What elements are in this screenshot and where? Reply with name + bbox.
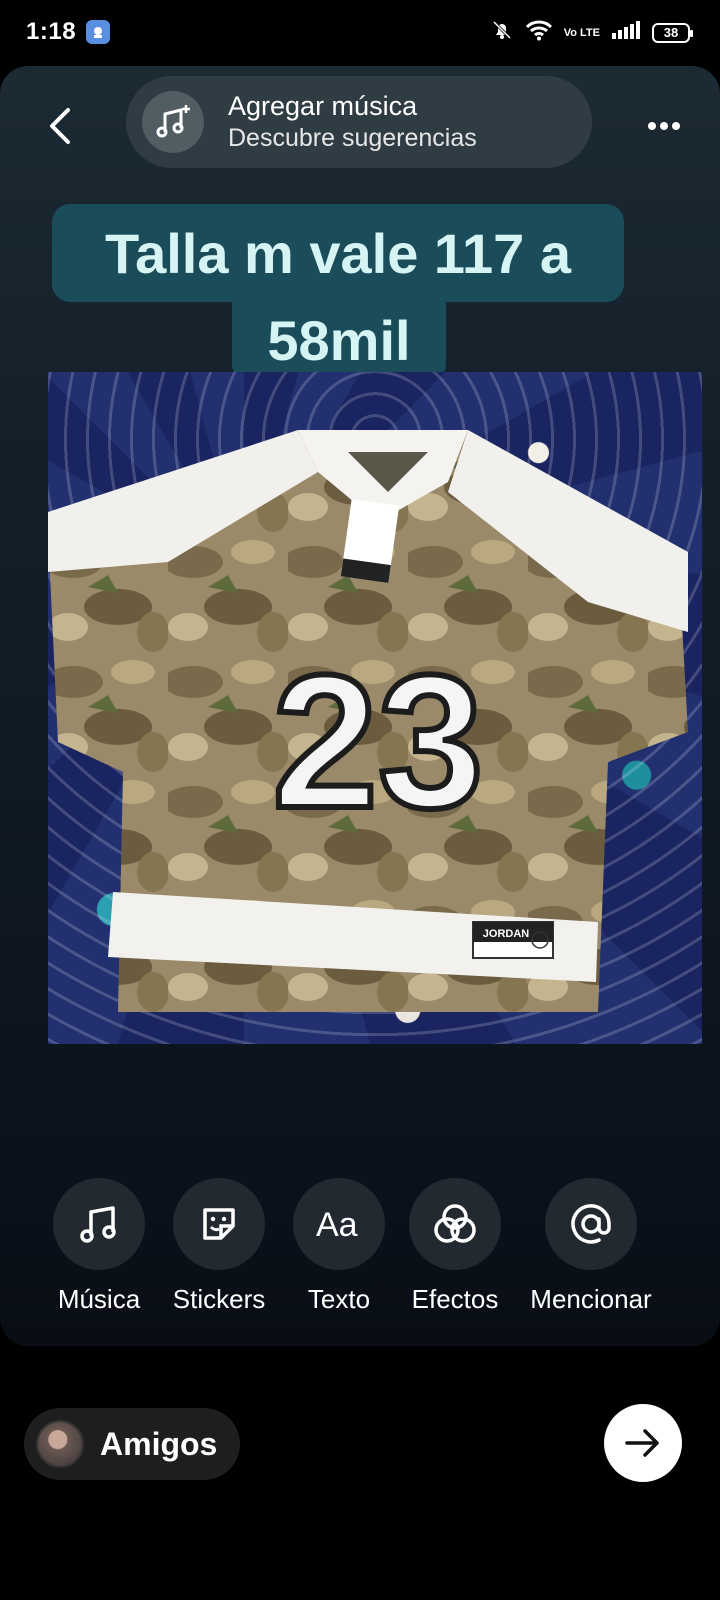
sticker-icon bbox=[173, 1178, 265, 1270]
back-button[interactable] bbox=[40, 104, 80, 148]
tool-label: Mencionar bbox=[530, 1284, 652, 1314]
tool-label: Música bbox=[57, 1284, 141, 1314]
caption-text-line-2[interactable]: 58mil bbox=[232, 298, 446, 382]
next-button[interactable] bbox=[604, 1404, 682, 1482]
svg-text:Aa: Aa bbox=[316, 1206, 358, 1244]
effects-icon bbox=[409, 1178, 501, 1270]
story-editor: Agregar música Descubre sugerencias Tall… bbox=[0, 66, 720, 1346]
mute-bell-icon bbox=[490, 18, 514, 47]
status-icons: Vo LTE 38 bbox=[490, 18, 693, 47]
status-time: 1:18 bbox=[26, 18, 77, 45]
network-type: Vo LTE bbox=[563, 26, 600, 39]
music-add-icon bbox=[142, 91, 204, 153]
music-note-icon bbox=[53, 1178, 145, 1270]
tool-label: Texto bbox=[307, 1284, 371, 1314]
app-notification-icon bbox=[86, 20, 111, 44]
more-dots-icon bbox=[648, 122, 680, 130]
status-bar: 1:18 Vo LTE 38 bbox=[0, 0, 720, 64]
tool-label: Efectos bbox=[411, 1284, 499, 1314]
tool-mention-button[interactable]: Mencionar bbox=[516, 1178, 666, 1315]
friends-label: Amigos bbox=[100, 1425, 218, 1462]
chevron-left-icon bbox=[50, 108, 70, 144]
avatar bbox=[36, 1420, 84, 1468]
music-subtitle: Descubre sugerencias bbox=[228, 124, 477, 152]
battery-icon: 38 bbox=[652, 22, 693, 43]
more-options-button[interactable] bbox=[644, 106, 684, 146]
signal-icon bbox=[612, 21, 640, 44]
jersey-image: 23 JORDAN bbox=[48, 430, 688, 1012]
jersey-number: 23 bbox=[272, 636, 483, 848]
arrow-right-icon bbox=[625, 1429, 659, 1457]
at-mention-icon bbox=[545, 1178, 637, 1270]
share-friends-button[interactable]: Amigos bbox=[24, 1408, 240, 1480]
jordan-label: JORDAN bbox=[483, 928, 530, 940]
editor-tools: Música Stickers Aa Texto Efectos Mencion… bbox=[0, 1178, 720, 1338]
wifi-icon bbox=[525, 19, 552, 46]
add-music-button[interactable]: Agregar música Descubre sugerencias bbox=[126, 76, 592, 168]
tool-effects-button[interactable]: Efectos bbox=[380, 1178, 530, 1315]
caption-text-line-1[interactable]: Talla m vale 117 a bbox=[52, 204, 624, 302]
text-aa-icon: Aa bbox=[293, 1178, 385, 1270]
story-photo[interactable]: 23 JORDAN bbox=[48, 372, 702, 1044]
music-title: Agregar música bbox=[228, 91, 418, 121]
tool-label: Stickers bbox=[172, 1284, 266, 1314]
